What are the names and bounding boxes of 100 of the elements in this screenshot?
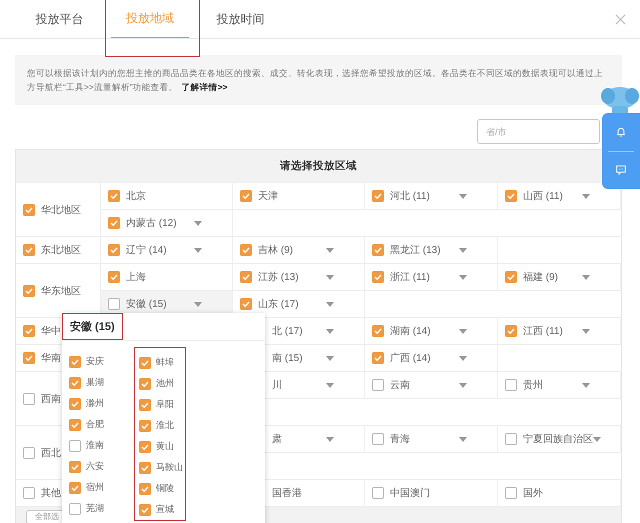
city-name: 芜湖 bbox=[86, 502, 104, 515]
caret-icon[interactable] bbox=[326, 328, 334, 334]
checkbox[interactable] bbox=[69, 418, 81, 430]
checkbox[interactable] bbox=[23, 244, 35, 256]
checkbox[interactable] bbox=[69, 460, 81, 472]
checkbox[interactable] bbox=[372, 433, 384, 445]
checkbox[interactable] bbox=[69, 356, 81, 368]
checkbox[interactable] bbox=[23, 446, 35, 458]
caret-icon[interactable] bbox=[582, 382, 590, 388]
checkbox[interactable] bbox=[108, 190, 120, 202]
checkbox[interactable] bbox=[139, 504, 151, 516]
caret-icon[interactable] bbox=[459, 194, 467, 198]
details-link[interactable]: 了解详情>> bbox=[182, 82, 228, 92]
province-name: 安徽 (15) bbox=[126, 298, 167, 311]
caret-icon[interactable] bbox=[459, 248, 467, 252]
caret-icon[interactable] bbox=[326, 436, 334, 442]
city-name: 阜阳 bbox=[156, 398, 174, 411]
checkbox[interactable] bbox=[240, 298, 252, 310]
checkbox[interactable] bbox=[108, 217, 120, 229]
checkbox[interactable] bbox=[23, 392, 35, 404]
caret-icon[interactable] bbox=[582, 274, 590, 280]
province-name: 内蒙古 (12) bbox=[126, 216, 177, 230]
region-label: 其他 bbox=[41, 486, 61, 500]
checkbox[interactable] bbox=[505, 190, 517, 202]
chat-icon[interactable] bbox=[615, 164, 627, 176]
checkbox[interactable] bbox=[139, 398, 151, 410]
checkbox[interactable] bbox=[108, 298, 120, 310]
checkbox[interactable] bbox=[372, 271, 384, 283]
province-name: 宁夏回族自治区 bbox=[523, 432, 593, 446]
caret-icon[interactable] bbox=[194, 220, 202, 226]
bell-icon[interactable] bbox=[615, 126, 627, 138]
city-name: 六安 bbox=[86, 460, 104, 473]
checkbox[interactable] bbox=[69, 376, 81, 388]
caret-icon[interactable] bbox=[326, 356, 334, 360]
checkbox[interactable] bbox=[69, 440, 81, 452]
checkbox[interactable] bbox=[23, 284, 35, 296]
checkbox[interactable] bbox=[139, 482, 151, 494]
province-name: 青海 bbox=[390, 432, 410, 446]
checkbox[interactable] bbox=[23, 325, 35, 337]
caret-icon[interactable] bbox=[326, 382, 334, 388]
checkbox[interactable] bbox=[69, 502, 81, 514]
checkbox[interactable] bbox=[505, 379, 517, 391]
checkbox[interactable] bbox=[240, 244, 252, 256]
caret-icon[interactable] bbox=[326, 274, 334, 280]
checkbox[interactable] bbox=[23, 204, 35, 216]
checkbox[interactable] bbox=[69, 398, 81, 410]
city-name: 黄山 bbox=[156, 440, 174, 453]
checkbox[interactable] bbox=[240, 271, 252, 283]
checkbox[interactable] bbox=[23, 352, 35, 364]
checkbox[interactable] bbox=[23, 487, 35, 499]
checkbox[interactable] bbox=[139, 420, 151, 432]
caret-icon[interactable] bbox=[459, 436, 467, 442]
province-name: 北京 bbox=[126, 190, 146, 203]
checkbox[interactable] bbox=[372, 244, 384, 256]
checkbox[interactable] bbox=[139, 462, 151, 474]
caret-icon[interactable] bbox=[459, 356, 467, 360]
checkbox[interactable] bbox=[108, 271, 120, 283]
province-name: 吉林 (9) bbox=[258, 244, 293, 257]
caret-icon[interactable] bbox=[326, 248, 334, 252]
caret-icon[interactable] bbox=[459, 274, 467, 280]
city-name: 马鞍山 bbox=[156, 461, 183, 474]
province-name: 上海 bbox=[126, 270, 146, 284]
tab[interactable]: 投放时间 bbox=[193, 0, 288, 38]
city-name: 淮南 bbox=[86, 439, 104, 452]
province-name: 山西 (11) bbox=[523, 190, 563, 203]
checkbox[interactable] bbox=[505, 433, 517, 445]
caret-icon[interactable] bbox=[593, 436, 601, 442]
caret-icon[interactable] bbox=[326, 302, 334, 306]
checkbox[interactable] bbox=[139, 378, 151, 390]
caret-icon[interactable] bbox=[582, 194, 590, 198]
checkbox[interactable] bbox=[372, 352, 384, 364]
checkbox[interactable] bbox=[69, 482, 81, 494]
tab[interactable]: 投放平台 bbox=[12, 0, 107, 38]
checkbox[interactable] bbox=[505, 487, 517, 499]
caret-icon[interactable] bbox=[194, 248, 202, 252]
checkbox[interactable] bbox=[372, 190, 384, 202]
notice-text: 您可以根据该计划内的您想主推的商品品类在各地区的搜索、成交、转化表现，选择您希望投放的区域。各品类在不同区域的数据表现可以通过上方导航栏“工具>>流量解析”功能查看。 了解详情>> bbox=[15, 55, 622, 105]
checkbox[interactable] bbox=[240, 190, 252, 202]
city-name: 淮北 bbox=[156, 419, 174, 432]
region-label: 华北地区 bbox=[41, 204, 81, 216]
caret-icon[interactable] bbox=[194, 302, 202, 306]
checkbox[interactable] bbox=[372, 487, 384, 499]
checkbox[interactable] bbox=[372, 379, 384, 391]
caret-icon[interactable] bbox=[582, 328, 590, 334]
province-name: 湖南 (14) bbox=[390, 324, 431, 338]
checkbox[interactable] bbox=[139, 356, 151, 368]
checkbox[interactable] bbox=[139, 440, 151, 452]
region-label: 华东地区 bbox=[41, 284, 81, 298]
checkbox[interactable] bbox=[505, 271, 517, 283]
caret-icon[interactable] bbox=[459, 328, 467, 334]
province-name: 国外 bbox=[523, 487, 543, 500]
checkbox[interactable] bbox=[505, 325, 517, 337]
city-name: 宣城 bbox=[156, 503, 174, 516]
checkbox[interactable] bbox=[108, 244, 120, 256]
checkbox[interactable] bbox=[372, 325, 384, 337]
close-icon[interactable] bbox=[615, 14, 626, 24]
province-name: 江西 (11) bbox=[523, 325, 563, 338]
caret-icon[interactable] bbox=[459, 382, 467, 388]
province-name: 国香港 bbox=[272, 486, 302, 500]
search-field[interactable]: 省/市 bbox=[477, 119, 600, 144]
